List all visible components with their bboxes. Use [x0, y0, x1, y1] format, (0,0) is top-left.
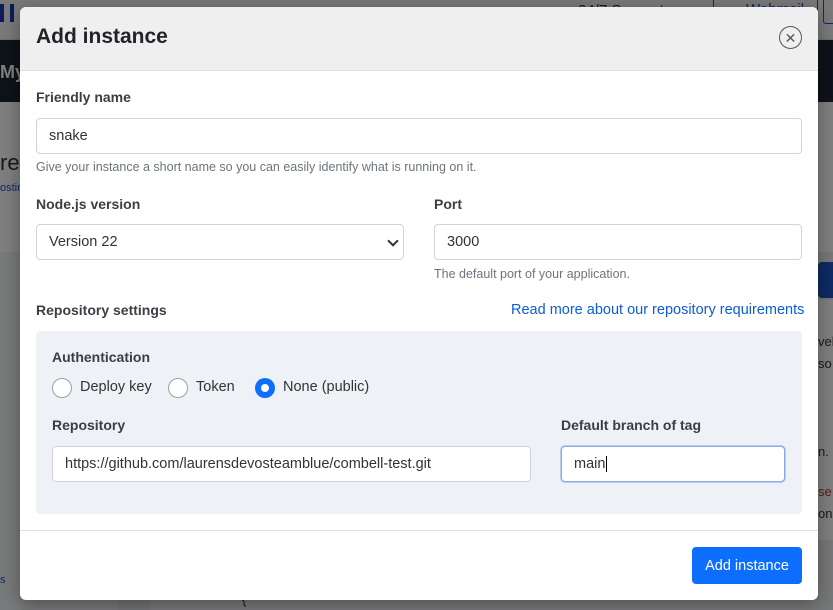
friendly-name-help: Give your instance a short name so you c…: [36, 160, 477, 174]
branch-input-value: main: [574, 456, 606, 472]
branch-label: Default branch of tag: [561, 417, 702, 433]
footer-divider: [20, 530, 818, 531]
port-label: Port: [434, 196, 462, 212]
branch-input[interactable]: main: [561, 446, 785, 482]
repository-input[interactable]: https://github.com/laurensdevosteamblue/…: [52, 446, 531, 482]
text-caret: [606, 456, 608, 473]
radio-none-public[interactable]: [255, 378, 275, 398]
add-instance-modal: Add instance ✕ Friendly name snake Give …: [20, 7, 818, 600]
close-icon: ✕: [784, 29, 797, 46]
authentication-label: Authentication: [52, 349, 150, 365]
chevron-down-icon: [387, 235, 399, 247]
close-button[interactable]: ✕: [779, 26, 802, 49]
port-input[interactable]: 3000: [434, 224, 802, 260]
radio-label-none-public[interactable]: None (public): [283, 379, 369, 395]
radio-label-deploy-key[interactable]: Deploy key: [80, 379, 152, 395]
radio-deploy-key[interactable]: [52, 378, 72, 398]
friendly-name-input[interactable]: snake: [36, 118, 802, 154]
repository-label: Repository: [52, 417, 126, 433]
radio-label-token[interactable]: Token: [196, 379, 235, 395]
repository-requirements-link[interactable]: Read more about our repository requireme…: [511, 302, 804, 318]
friendly-name-label: Friendly name: [36, 89, 131, 105]
modal-header: Add instance ✕: [20, 7, 818, 71]
radio-token[interactable]: [168, 378, 188, 398]
node-version-select[interactable]: Version 22: [36, 224, 404, 260]
node-version-selected: Version 22: [49, 234, 118, 250]
port-help: The default port of your application.: [434, 267, 630, 281]
repository-settings-label: Repository settings: [36, 302, 167, 318]
modal-title: Add instance: [36, 25, 168, 48]
repository-settings-panel: Authentication Deploy key Token None (pu…: [36, 331, 802, 514]
add-instance-button[interactable]: Add instance: [692, 547, 802, 584]
node-version-label: Node.js version: [36, 196, 141, 212]
